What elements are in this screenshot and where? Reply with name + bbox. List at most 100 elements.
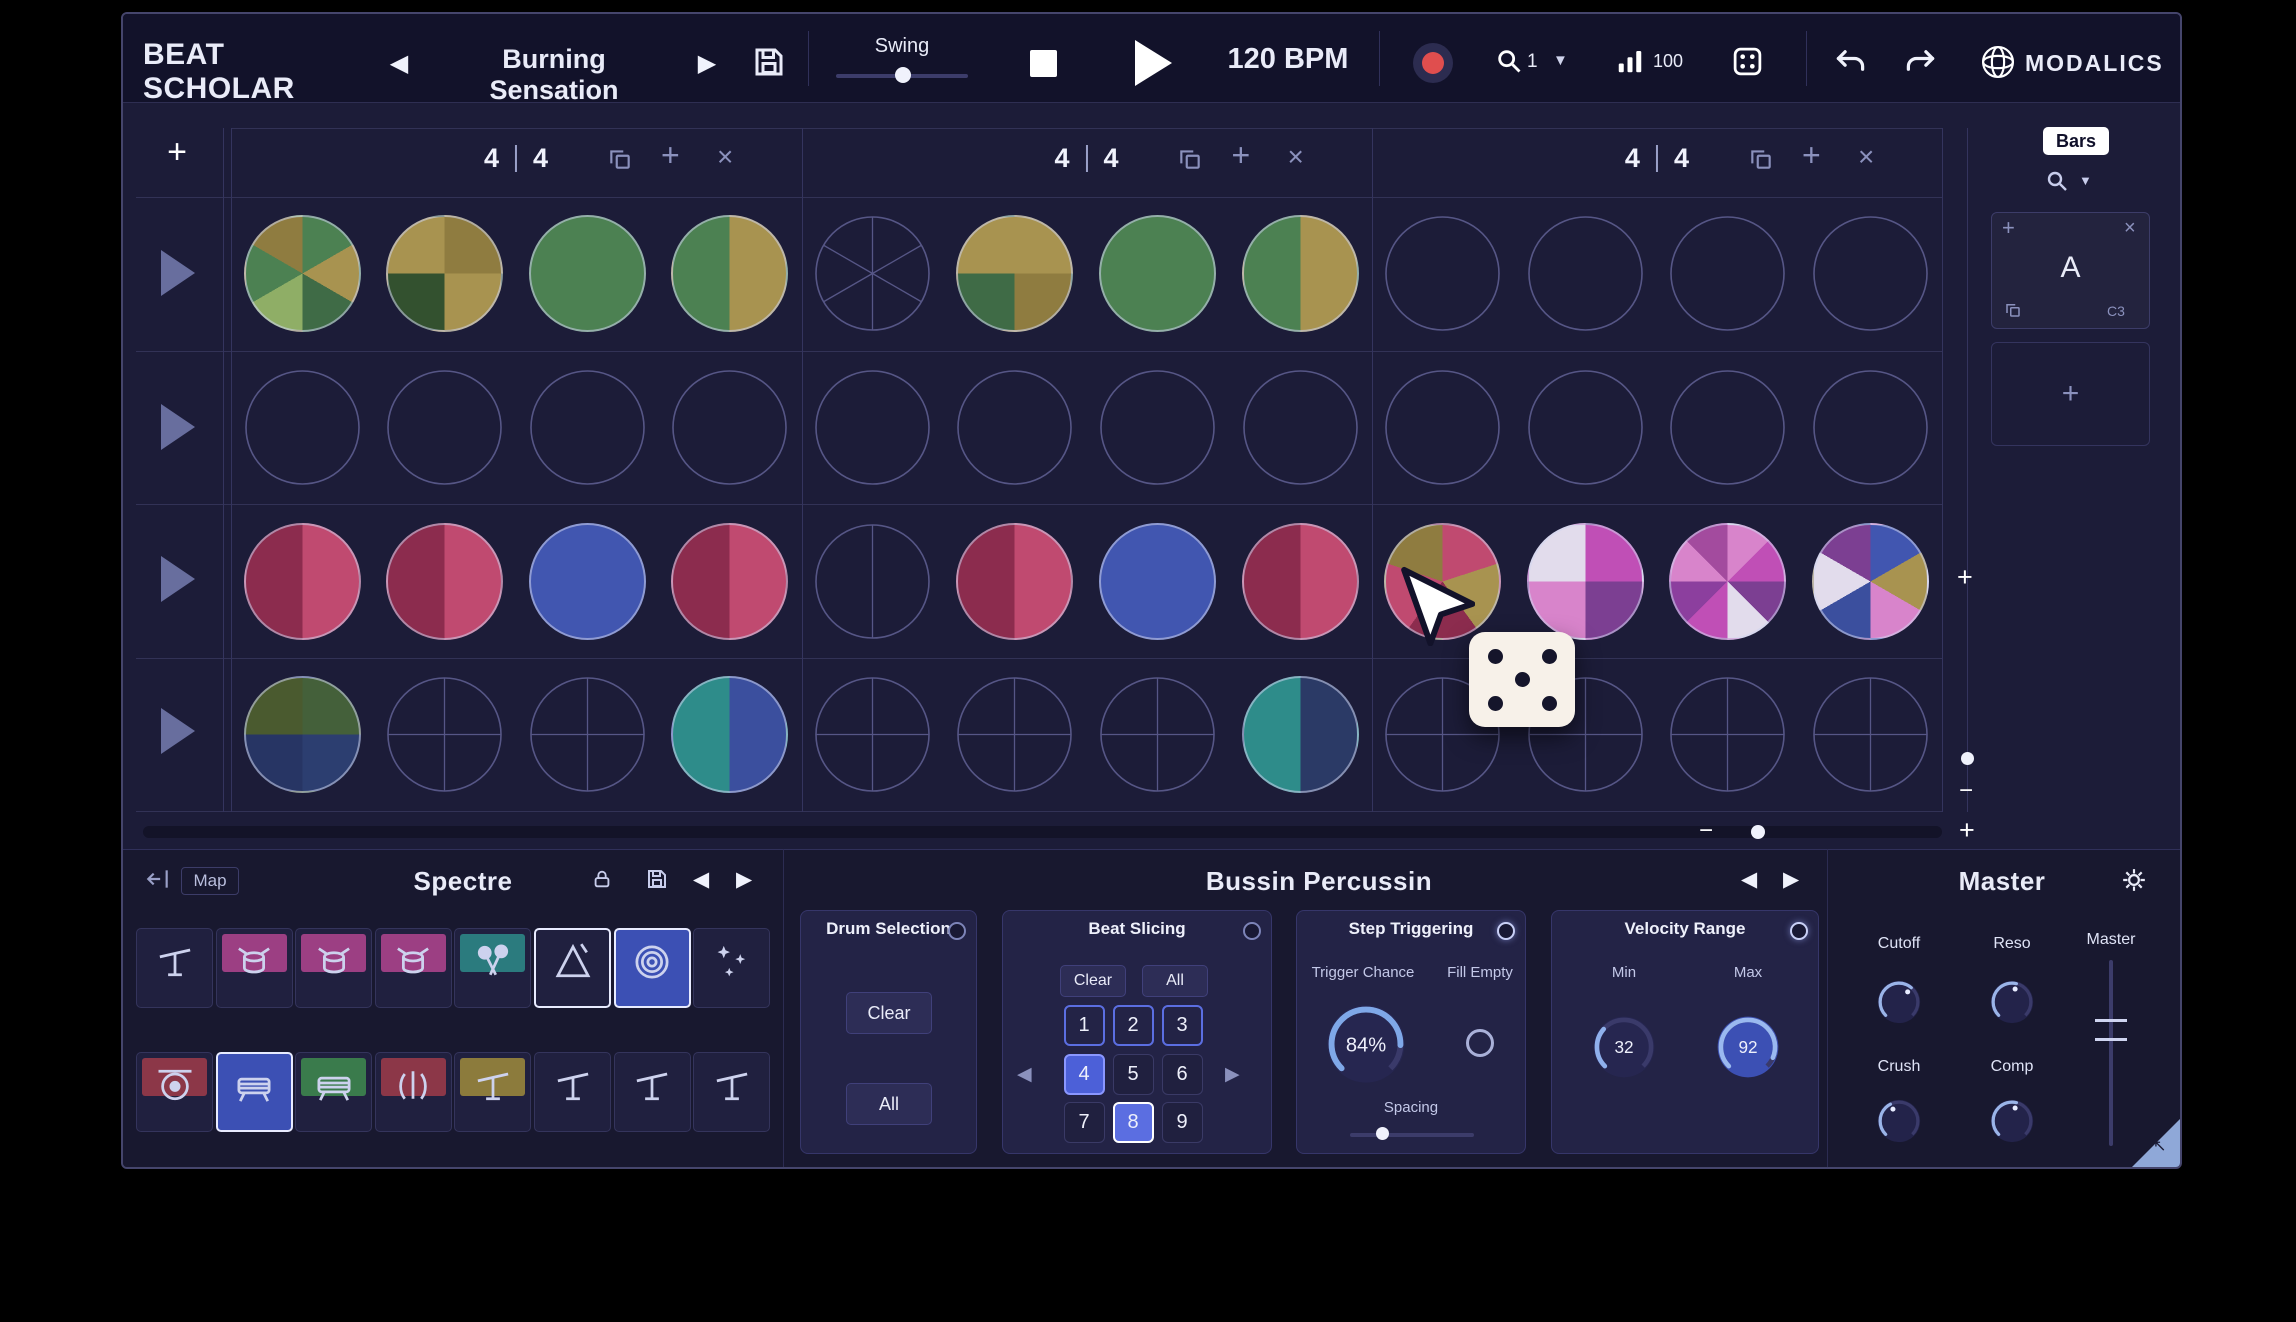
spacing-slider-handle[interactable] [1376, 1127, 1389, 1140]
spacing-slider[interactable] [1350, 1133, 1474, 1137]
next-preset-button[interactable]: ▶ [689, 44, 725, 82]
beat-circle-r4-c2[interactable] [386, 676, 503, 793]
beat-circle-r1-c9[interactable] [1384, 215, 1501, 332]
pad-snare-2-3[interactable] [295, 1052, 372, 1132]
vertical-zoom-in[interactable]: + [1957, 562, 1973, 593]
beat-circle-r2-c3[interactable] [529, 369, 646, 486]
timeline-zoom-in[interactable]: + [1959, 815, 1975, 846]
beat-circle-r4-c8[interactable] [1242, 676, 1359, 793]
beat-circle-r3-c3[interactable] [529, 523, 646, 640]
pad-cymbal-2-5[interactable] [454, 1052, 531, 1132]
bpm-display[interactable]: 120 BPM [1213, 43, 1363, 76]
master-crush-knob[interactable] [1876, 1098, 1922, 1144]
section-copy-button[interactable] [1748, 146, 1774, 172]
beat-slicing-all-button[interactable]: All [1142, 965, 1208, 997]
zoom-dropdown-caret[interactable]: ▼ [1553, 52, 1568, 69]
slice-count-8[interactable]: 8 [1113, 1102, 1154, 1143]
beat-circle-r4-c5[interactable] [814, 676, 931, 793]
slice-count-2[interactable]: 2 [1113, 1005, 1154, 1046]
section-copy-button[interactable] [1177, 146, 1203, 172]
beat-circle-r2-c6[interactable] [956, 369, 1073, 486]
beat-circle-r4-c11[interactable] [1669, 676, 1786, 793]
beat-circle-r1-c10[interactable] [1527, 215, 1644, 332]
beat-circle-r2-c11[interactable] [1669, 369, 1786, 486]
swing-slider-handle[interactable] [895, 67, 911, 83]
beat-circle-r1-c2[interactable] [386, 215, 503, 332]
slice-count-7[interactable]: 7 [1064, 1102, 1105, 1143]
velocity-max-knob[interactable]: 92 [1715, 1014, 1781, 1080]
beat-circle-r3-c11[interactable] [1669, 523, 1786, 640]
pad-cymbal-1-1[interactable] [136, 928, 213, 1008]
timeline-scrollbar[interactable] [143, 826, 1942, 838]
pad-maracas-1-5[interactable] [454, 928, 531, 1008]
bars-zoom-icon[interactable] [2045, 169, 2069, 193]
row-play-button-4[interactable] [161, 708, 195, 754]
pad-triangle-1-6[interactable] [534, 928, 611, 1008]
slice-count-3[interactable]: 3 [1162, 1005, 1203, 1046]
pattern-slot-add[interactable]: + [1991, 342, 2150, 446]
stop-button[interactable] [1025, 45, 1061, 81]
slice-count-5[interactable]: 5 [1113, 1054, 1154, 1095]
beat-circle-r3-c4[interactable] [671, 523, 788, 640]
time-sig-denominator[interactable]: 4 [533, 143, 548, 174]
drum-selection-clear-button[interactable]: Clear [846, 992, 932, 1034]
time-sig-denominator[interactable]: 4 [1103, 143, 1118, 174]
row-play-button-3[interactable] [161, 556, 195, 602]
slice-count-6[interactable]: 6 [1162, 1054, 1203, 1095]
slice-next-button[interactable]: ▶ [1225, 1063, 1240, 1086]
section-remove-button[interactable]: × [717, 141, 733, 173]
time-sig-denominator[interactable]: 4 [1674, 143, 1689, 174]
slot-add-icon[interactable]: + [2002, 215, 2015, 241]
section-add-button[interactable]: + [1231, 137, 1250, 174]
fill-empty-knob[interactable] [1466, 1029, 1494, 1057]
pad-stars-1-8[interactable] [693, 928, 770, 1008]
velocity-range-led[interactable] [1790, 922, 1808, 940]
master-comp-knob[interactable] [1989, 1098, 2035, 1144]
beat-circle-r4-c4[interactable] [671, 676, 788, 793]
trigger-chance-knob[interactable]: 84% [1324, 1002, 1408, 1086]
prev-preset-button[interactable]: ◀ [381, 44, 417, 82]
collapse-panel-icon[interactable] [145, 866, 171, 892]
row-play-button-2[interactable] [161, 404, 195, 450]
prev-generator-button[interactable]: ◀ [1741, 867, 1757, 892]
beat-circle-r2-c1[interactable] [244, 369, 361, 486]
beat-circle-r2-c12[interactable] [1812, 369, 1929, 486]
level-meter-icon[interactable] [1615, 46, 1645, 76]
master-fader-handle[interactable] [2095, 1019, 2127, 1041]
slice-count-1[interactable]: 1 [1064, 1005, 1105, 1046]
slice-count-4[interactable]: 4 [1064, 1054, 1105, 1095]
section-add-button[interactable]: + [1802, 137, 1821, 174]
lock-kit-icon[interactable] [591, 868, 613, 890]
prev-kit-button[interactable]: ◀ [693, 867, 709, 892]
redo-button[interactable] [1903, 45, 1938, 80]
vertical-zoom-out[interactable]: − [1959, 777, 1973, 805]
beat-circle-r3-c7[interactable] [1099, 523, 1216, 640]
pad-gong-2-1[interactable] [136, 1052, 213, 1132]
beat-circle-r3-c2[interactable] [386, 523, 503, 640]
master-settings-icon[interactable] [2121, 867, 2147, 893]
timeline-scroll-handle[interactable] [1751, 825, 1765, 839]
velocity-min-knob[interactable]: 32 [1591, 1014, 1657, 1080]
beat-circle-r3-c10[interactable] [1527, 523, 1644, 640]
pad-clap-2-4[interactable] [375, 1052, 452, 1132]
beat-circle-r2-c9[interactable] [1384, 369, 1501, 486]
beat-circle-r4-c1[interactable] [244, 676, 361, 793]
master-reso-knob[interactable] [1989, 979, 2035, 1025]
time-sig-numerator[interactable]: 4 [1054, 143, 1069, 174]
beat-circle-r1-c6[interactable] [956, 215, 1073, 332]
beat-circle-r2-c10[interactable] [1527, 369, 1644, 486]
slot-remove-icon[interactable]: × [2124, 217, 2136, 240]
beat-circle-r4-c6[interactable] [956, 676, 1073, 793]
save-preset-icon[interactable] [751, 44, 787, 80]
slice-prev-button[interactable]: ◀ [1017, 1063, 1032, 1086]
beat-circle-r1-c1[interactable] [244, 215, 361, 332]
bars-zoom-caret[interactable]: ▼ [2079, 173, 2092, 188]
pad-snare-2-2[interactable] [216, 1052, 293, 1132]
beat-circle-r2-c5[interactable] [814, 369, 931, 486]
beat-circle-r2-c8[interactable] [1242, 369, 1359, 486]
bars-mode-button[interactable]: Bars [2043, 127, 2109, 155]
beat-circle-r2-c4[interactable] [671, 369, 788, 486]
beat-circle-r1-c8[interactable] [1242, 215, 1359, 332]
beat-circle-r1-c11[interactable] [1669, 215, 1786, 332]
pad-drumkit-1-4[interactable] [375, 928, 452, 1008]
